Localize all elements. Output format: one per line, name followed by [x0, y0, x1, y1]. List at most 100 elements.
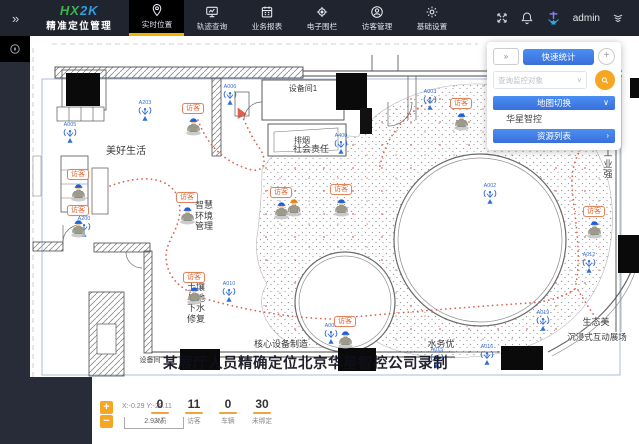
map-tools-button[interactable]: [0, 36, 30, 62]
sidebar-collapse-icon[interactable]: »: [0, 0, 29, 36]
map-switch-label: 地图切换: [537, 97, 571, 109]
base-station-marker[interactable]: A003: [422, 89, 439, 117]
resource-list-bar[interactable]: 资源列表 ›: [493, 129, 615, 143]
stats-row: 0 人员 11 访客 0 车辆 30未绑定: [148, 398, 274, 426]
antenna-icon: [581, 258, 598, 275]
antenna-icon: [482, 189, 499, 206]
compass-icon: [9, 43, 21, 55]
zoom-out-button[interactable]: −: [100, 415, 113, 428]
nav-item-3[interactable]: 业务报表: [239, 0, 294, 36]
header-actions: admin: [495, 0, 639, 36]
visitor-marker[interactable]: 访客: [176, 186, 198, 225]
visitor-tag-label: 访客: [67, 205, 89, 216]
nav-item-label: 电子围栏: [307, 21, 337, 31]
stat-未绑定: 30未绑定: [250, 398, 274, 426]
person-icon: [453, 110, 470, 131]
stat-人员: 0 人员: [148, 398, 172, 426]
base-station-id: A019: [535, 310, 550, 315]
visitor-marker[interactable]: 访客: [450, 92, 472, 131]
base-station-id: A005: [62, 122, 77, 127]
visitor-marker[interactable]: 访客: [182, 97, 204, 136]
nav-item-label: 实时位置: [142, 19, 172, 29]
nav-item-6[interactable]: 基础设置: [404, 0, 459, 36]
visitor-marker[interactable]: 访客: [330, 178, 352, 217]
target-select[interactable]: 查询监控对象 ∨: [493, 71, 587, 89]
user-menu-icon[interactable]: [611, 11, 625, 25]
quick-stats-button[interactable]: 快速统计: [523, 49, 594, 65]
base-station-id: A016: [479, 344, 494, 349]
stat-车辆: 0 车辆: [216, 398, 240, 426]
minimap-block: [0, 377, 92, 444]
nav-item-label: 访客管理: [362, 21, 392, 31]
user-name[interactable]: admin: [573, 13, 600, 24]
person-icon: [286, 196, 303, 217]
map-switch-bar[interactable]: 地图切换 ∨: [493, 96, 615, 110]
visitor-marker[interactable]: 访客: [67, 199, 89, 238]
panel-collapse-button[interactable]: »: [493, 48, 519, 65]
stat-value: 0: [148, 398, 172, 411]
base-station-marker[interactable]: A400: [333, 133, 350, 161]
stat-underline: [185, 412, 203, 414]
stat-label: 人员: [149, 416, 172, 426]
base-station-id: A003: [422, 89, 437, 94]
bell-icon[interactable]: [520, 11, 534, 25]
search-icon: [601, 75, 609, 86]
visitor-tag-label: 访客: [67, 169, 89, 180]
person-icon: [185, 115, 202, 136]
nav-item-4[interactable]: 电子围栏: [294, 0, 349, 36]
base-station-marker[interactable]: A010: [221, 281, 238, 309]
base-station-marker[interactable]: A012: [581, 252, 598, 280]
visitor-marker[interactable]: 访客: [183, 266, 205, 305]
stat-label: 未绑定: [251, 416, 274, 426]
fullscreen-icon[interactable]: [495, 11, 509, 25]
chevron-down-icon: ∨: [577, 76, 582, 84]
visitor-marker[interactable]: 访客: [67, 163, 89, 202]
base-station-marker[interactable]: A005: [62, 122, 79, 150]
resource-list-label: 资源列表: [537, 130, 571, 142]
app-root: 美好生活设备间1排烟社会责任智慧环境管理土壤与地下水修复核心设备制造水务优工业强…: [0, 0, 639, 444]
chevron-right-icon: ›: [606, 132, 609, 140]
base-station-marker[interactable]: A203: [137, 100, 154, 128]
add-button[interactable]: +: [598, 48, 615, 65]
visitor-marker[interactable]: [286, 196, 303, 217]
map-control-panel: » 快速统计 + 查询监控对象 ∨ 地图切换 ∨ 华星智控 资源列表 ›: [487, 42, 621, 150]
person-icon: [337, 328, 354, 349]
base-station-marker[interactable]: A002: [482, 183, 499, 211]
visitor-marker[interactable]: 访客: [334, 310, 356, 349]
visitor-marker[interactable]: 访客: [583, 200, 605, 239]
person-icon: [186, 284, 203, 305]
antenna-icon: [62, 128, 79, 145]
antenna-icon: [429, 353, 446, 370]
antenna-icon: [535, 316, 552, 333]
stat-label: 车辆: [217, 416, 240, 426]
nav-item-label: 轨迹查询: [197, 21, 227, 31]
base-station-marker[interactable]: A006: [222, 84, 239, 112]
stat-value: 11: [182, 398, 206, 411]
base-station-marker[interactable]: A016: [479, 344, 496, 372]
base-station-marker[interactable]: A019: [535, 310, 552, 338]
nav-item-label: 基础设置: [417, 21, 447, 31]
stat-label: 访客: [183, 416, 206, 426]
nav-item-1[interactable]: 实时位置: [129, 0, 184, 36]
search-row: 查询监控对象 ∨: [493, 70, 615, 90]
search-button[interactable]: [595, 70, 615, 90]
current-map-item[interactable]: 华星智控: [493, 110, 615, 126]
chevron-down-icon: ∨: [603, 99, 609, 107]
person-icon: [70, 217, 87, 238]
antenna-icon: [333, 139, 350, 156]
signal-tower-avatar-icon[interactable]: [545, 10, 562, 27]
stat-value: 0: [216, 398, 240, 411]
zoom-in-button[interactable]: +: [100, 401, 113, 414]
nav-item-5[interactable]: 访客管理: [349, 0, 404, 36]
app-title: 精准定位管理: [46, 18, 112, 32]
base-station-marker[interactable]: A015: [429, 347, 446, 375]
antenna-icon: [221, 287, 238, 304]
app-logo: HX2K 精准定位管理: [29, 0, 129, 36]
base-station-id: A010: [221, 281, 236, 286]
base-station-id: A203: [137, 100, 152, 105]
base-station-id: A006: [222, 84, 237, 89]
nav-item-2[interactable]: 轨迹查询: [184, 0, 239, 36]
visitor-tag-label: 访客: [183, 272, 205, 283]
base-station-id: A002: [482, 183, 497, 188]
visitor-tag-label: 访客: [176, 192, 198, 203]
